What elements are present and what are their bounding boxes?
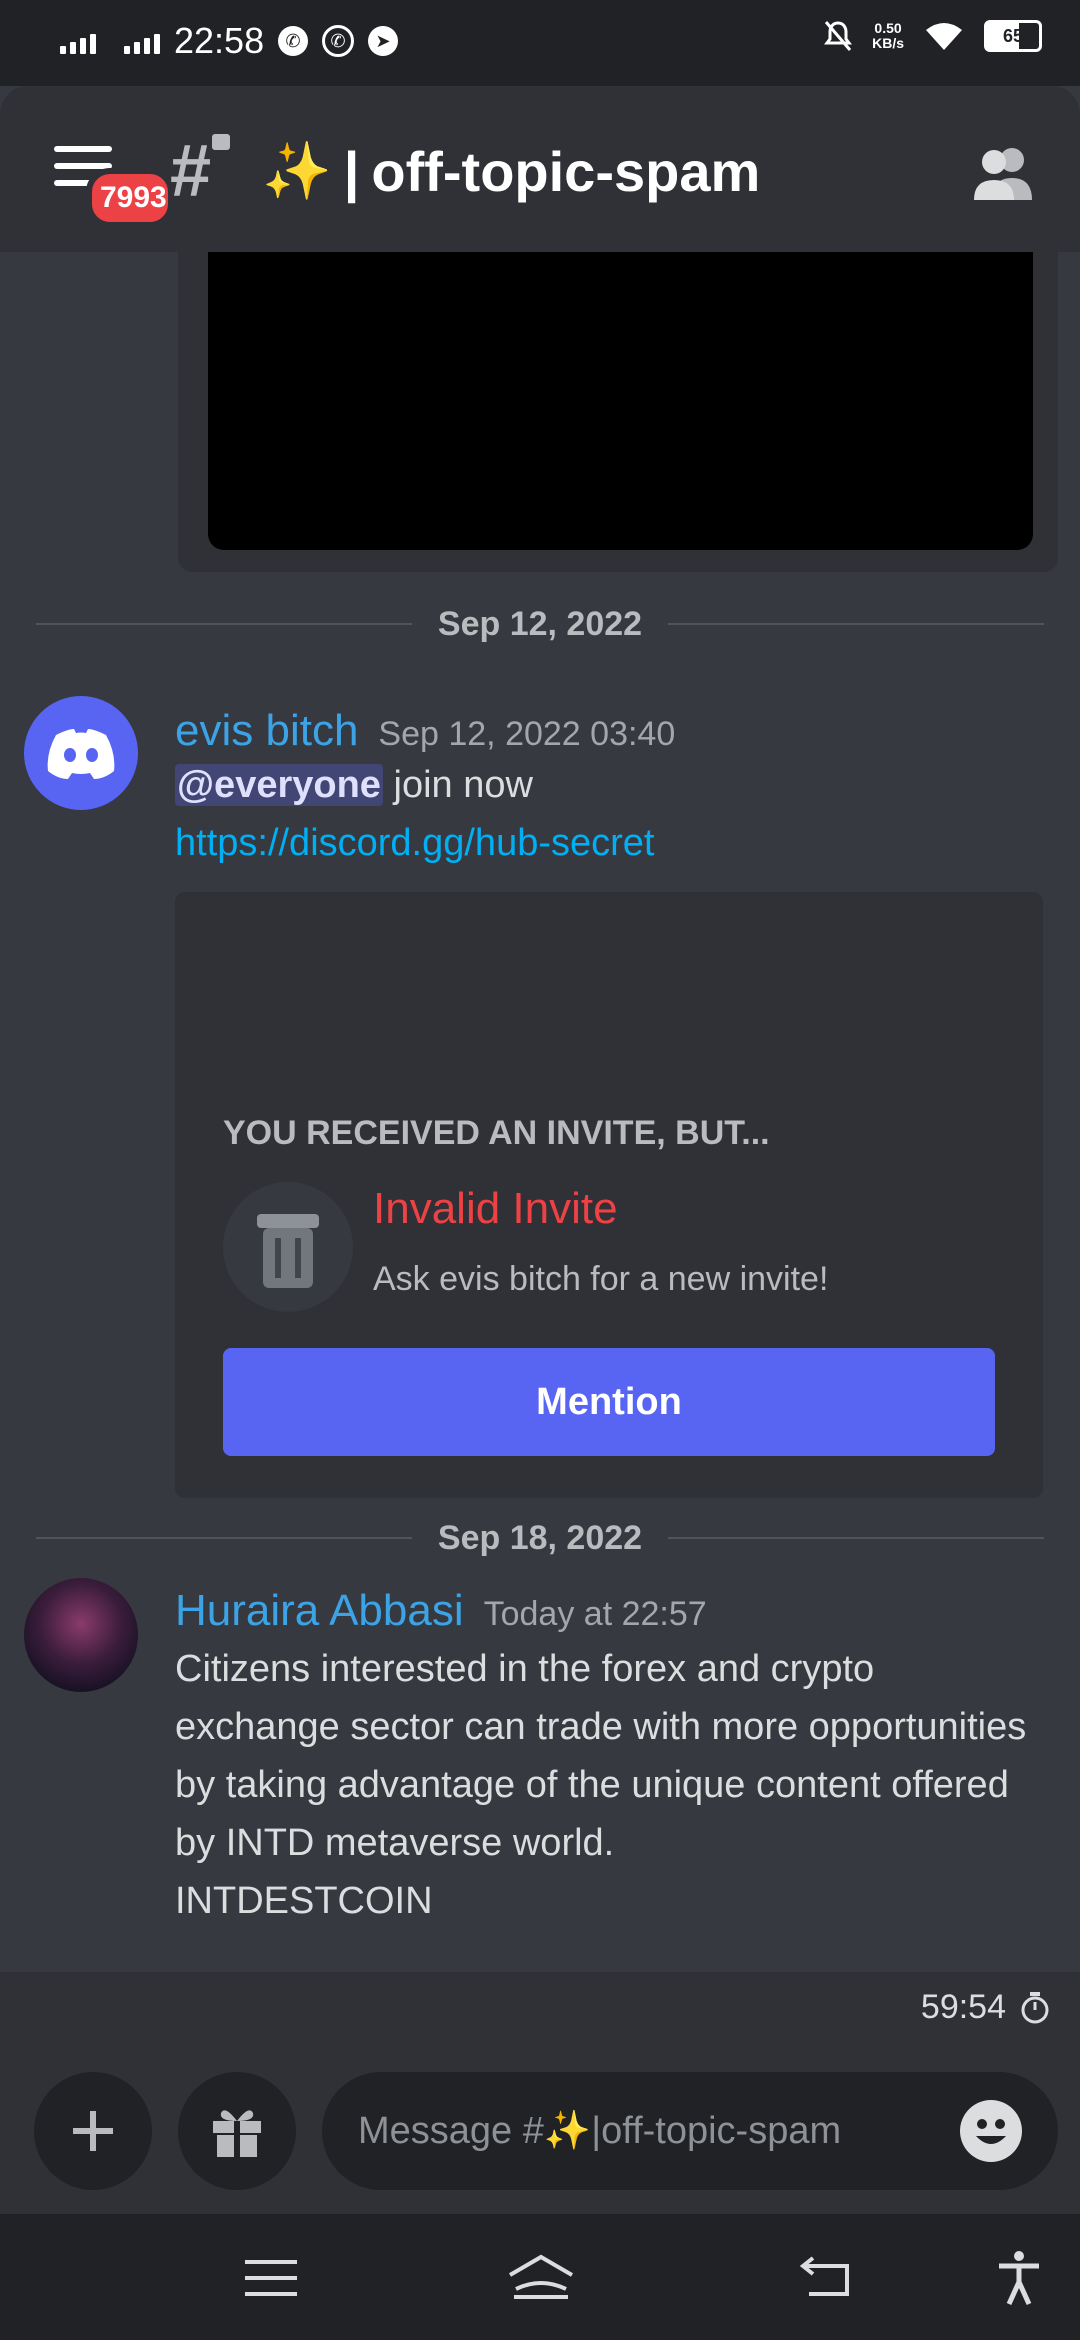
accessibility-icon bbox=[999, 2251, 1039, 2306]
members-icon[interactable] bbox=[970, 142, 1040, 202]
whatsapp-icon: ✆ bbox=[278, 26, 309, 56]
back-arrow-icon bbox=[799, 2256, 849, 2296]
channel-separator: | bbox=[343, 139, 360, 203]
message-list[interactable]: Sep 12, 2022 evis bitch Sep 12, 2022 03:… bbox=[0, 252, 1080, 1972]
battery-icon: 65 bbox=[984, 20, 1042, 52]
menu-lines-icon bbox=[245, 2260, 297, 2296]
slowmode-timer: 59:54 bbox=[921, 1988, 1050, 2027]
emoji-button[interactable] bbox=[960, 2100, 1022, 2162]
avatar[interactable] bbox=[24, 696, 138, 810]
message-timestamp: Sep 12, 2022 03:40 bbox=[378, 715, 676, 753]
invite-subtitle: Ask evis bitch for a new invite! bbox=[373, 1260, 829, 1298]
telegram-icon: ➤ bbox=[368, 26, 399, 56]
message-line: by INTD metaverse world. bbox=[175, 1822, 615, 1864]
author-name[interactable]: Huraira Abbasi bbox=[175, 1586, 464, 1636]
smiley-icon bbox=[976, 2119, 1006, 2144]
wifi-icon bbox=[926, 23, 962, 50]
back-button[interactable] bbox=[790, 2248, 860, 2308]
message-content: Citizens interested in the forex and cry… bbox=[175, 1640, 1055, 1930]
whatsapp-business-icon: ✆ bbox=[322, 25, 355, 57]
channel-name: off-topic-spam bbox=[371, 139, 761, 203]
everyone-mention[interactable]: @everyone bbox=[175, 764, 383, 806]
accessibility-button[interactable] bbox=[984, 2248, 1054, 2308]
locked-channel-icon: # bbox=[170, 129, 212, 212]
embed-image[interactable] bbox=[208, 252, 1033, 550]
message-header: evis bitch Sep 12, 2022 03:40 bbox=[175, 706, 675, 756]
message-link-line: https://discord.gg/hub-secret bbox=[175, 814, 1055, 872]
gift-icon bbox=[213, 2110, 261, 2157]
invite-link[interactable]: https://discord.gg/hub-secret bbox=[175, 822, 654, 864]
image-embed bbox=[178, 252, 1058, 572]
signal-icon bbox=[60, 28, 96, 54]
recent-apps-button[interactable] bbox=[236, 2248, 306, 2308]
slowmode-bar: 59:54 bbox=[0, 1972, 1080, 2048]
clock: 22:58 bbox=[174, 20, 265, 61]
invite-heading: YOU RECEIVED AN INVITE, BUT... bbox=[223, 1114, 770, 1152]
channel-title[interactable]: ✨ | off-topic-spam bbox=[262, 138, 760, 204]
invite-embed: YOU RECEIVED AN INVITE, BUT... Invalid I… bbox=[175, 892, 1043, 1498]
message-header: Huraira Abbasi Today at 22:57 bbox=[175, 1586, 707, 1636]
date-separator: Sep 18, 2022 bbox=[36, 1516, 1044, 1560]
discord-logo-icon bbox=[47, 729, 115, 779]
message-line: Citizens interested in the forex and cry… bbox=[175, 1648, 875, 1690]
status-bar: 22:58 ✆ ✆ ➤ 0.50 KB/s 65 bbox=[0, 0, 1080, 86]
sparkles-emoji: ✨ bbox=[262, 139, 332, 202]
stopwatch-icon bbox=[1021, 1991, 1049, 2023]
date-separator: Sep 12, 2022 bbox=[36, 602, 1044, 646]
message-input[interactable]: Message #✨|off-topic-spam bbox=[322, 2072, 1058, 2190]
message-line: INTDESTCOIN bbox=[175, 1880, 433, 1922]
message-composer: Message #✨|off-topic-spam bbox=[0, 2048, 1080, 2214]
gift-button[interactable] bbox=[178, 2072, 296, 2190]
add-attachment-button[interactable] bbox=[34, 2072, 152, 2190]
plus-icon bbox=[73, 2111, 113, 2151]
avatar[interactable] bbox=[24, 1578, 138, 1692]
message-line: by taking advantage of the unique conten… bbox=[175, 1764, 1009, 1806]
network-speed: 0.50 KB/s bbox=[872, 20, 904, 51]
invite-title: Invalid Invite bbox=[373, 1184, 618, 1233]
message-timestamp: Today at 22:57 bbox=[483, 1595, 707, 1633]
home-icon bbox=[508, 2254, 574, 2299]
unread-badge: 7993 bbox=[86, 168, 174, 228]
system-navigation-bar bbox=[0, 2214, 1080, 2340]
home-button[interactable] bbox=[506, 2248, 576, 2308]
message-text: join now bbox=[382, 764, 533, 806]
trash-can-icon bbox=[223, 1182, 353, 1312]
mute-notifications-icon bbox=[824, 21, 853, 51]
message-content: @everyone join now bbox=[175, 756, 1055, 814]
author-name[interactable]: evis bitch bbox=[175, 706, 358, 756]
message-line: exchange sector can trade with more oppo… bbox=[175, 1706, 1027, 1748]
lock-icon bbox=[212, 134, 230, 150]
message-placeholder: Message #✨|off-topic-spam bbox=[358, 2110, 842, 2152]
channel-header: 7993 # ✨ | off-topic-spam bbox=[0, 86, 1080, 252]
signal-icon bbox=[124, 28, 160, 54]
mention-button[interactable]: Mention bbox=[223, 1348, 995, 1456]
